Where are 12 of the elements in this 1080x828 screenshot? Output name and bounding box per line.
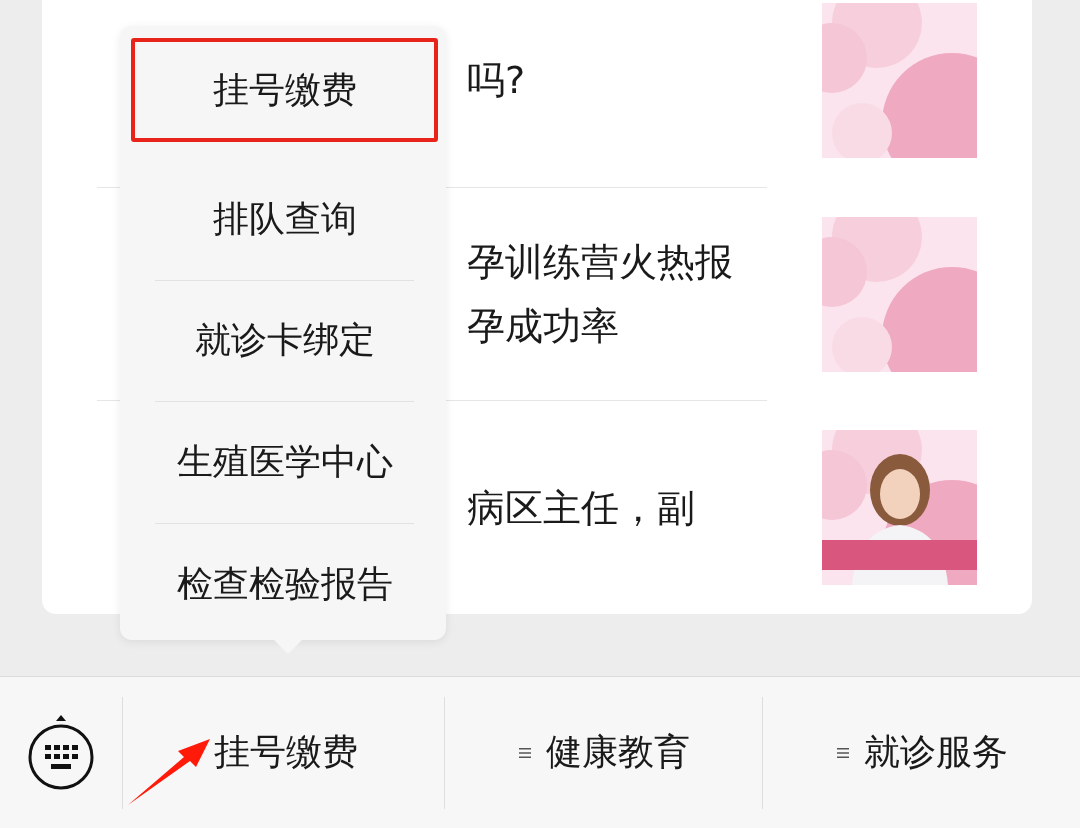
menu-item[interactable]: 检查检验报告	[155, 523, 414, 645]
menu-tab[interactable]: 就诊服务	[762, 696, 1080, 809]
menu-item[interactable]: 挂号缴费	[131, 38, 438, 142]
keyboard-icon[interactable]	[27, 714, 95, 791]
menu-item[interactable]: 排队查询	[155, 159, 414, 281]
menu-item[interactable]: 生殖医学中心	[155, 402, 414, 524]
article-title[interactable]: 吗?	[467, 54, 526, 107]
article-title[interactable]: 病区主任，副	[467, 481, 695, 534]
menu-tab[interactable]: 健康教育	[444, 696, 762, 809]
article-title[interactable]: 孕训练营火热报	[467, 236, 733, 288]
menu-item[interactable]: 就诊卡绑定	[155, 280, 414, 402]
article-title[interactable]: 孕成功率	[467, 300, 733, 352]
